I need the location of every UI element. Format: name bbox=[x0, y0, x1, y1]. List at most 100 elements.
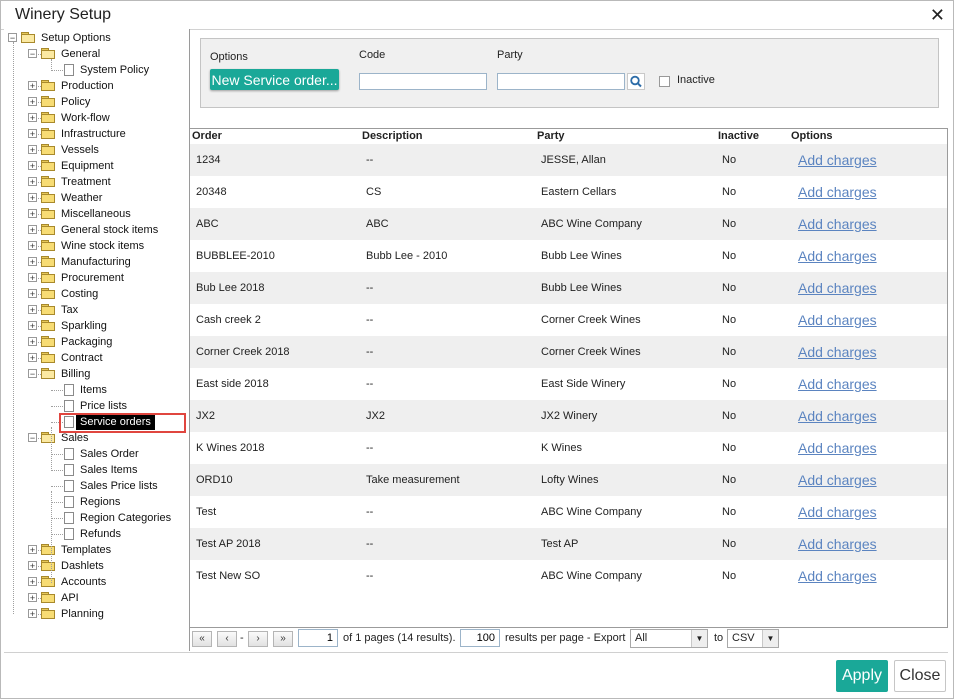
page-number-input[interactable] bbox=[298, 629, 338, 647]
last-page-button[interactable]: » bbox=[273, 631, 293, 647]
expand-icon[interactable]: + bbox=[28, 225, 37, 235]
tree-folder[interactable]: + Miscellaneous bbox=[4, 206, 189, 222]
tree-folder[interactable]: + Contract bbox=[4, 350, 189, 366]
tree-folder[interactable]: + Production bbox=[4, 78, 189, 94]
table-row[interactable]: ABC ABC ABC Wine Company No Add charges bbox=[190, 208, 948, 240]
expand-icon[interactable]: + bbox=[28, 273, 37, 283]
add-charges-link[interactable]: Add charges bbox=[798, 272, 877, 304]
collapse-icon[interactable]: − bbox=[28, 49, 37, 59]
table-row[interactable]: Bub Lee 2018 -- Bubb Lee Wines No Add charge… bbox=[190, 272, 948, 304]
table-row[interactable]: East side 2018 -- East Side Winery No Add ch… bbox=[190, 368, 948, 400]
tree-folder[interactable]: + Dashlets bbox=[4, 558, 189, 574]
expand-icon[interactable]: + bbox=[28, 145, 37, 155]
expand-icon[interactable]: + bbox=[28, 337, 37, 347]
table-row[interactable]: JX2 JX2 JX2 Winery No Add charges bbox=[190, 400, 948, 432]
table-row[interactable]: Test New SO -- ABC Wine Company No Add charg… bbox=[190, 560, 948, 592]
expand-icon[interactable]: + bbox=[28, 161, 37, 171]
tree-folder[interactable]: + Weather bbox=[4, 190, 189, 206]
add-charges-link[interactable]: Add charges bbox=[798, 208, 877, 240]
new-service-order-button[interactable]: New Service order... bbox=[210, 69, 339, 90]
expand-icon[interactable]: + bbox=[28, 577, 37, 587]
add-charges-link[interactable]: Add charges bbox=[798, 176, 877, 208]
expand-icon[interactable]: + bbox=[28, 209, 37, 219]
table-row[interactable]: Corner Creek 2018 -- Corner Creek Wines No A… bbox=[190, 336, 948, 368]
tree-item[interactable]: Sales Order bbox=[4, 446, 189, 462]
tree-folder[interactable]: + Tax bbox=[4, 302, 189, 318]
col-order[interactable]: Order bbox=[192, 130, 222, 142]
prev-page-button[interactable]: ‹ bbox=[217, 631, 237, 647]
tree-item[interactable]: Region Categories bbox=[4, 510, 189, 526]
collapse-icon[interactable]: − bbox=[28, 433, 37, 443]
tree-folder[interactable]: + Equipment bbox=[4, 158, 189, 174]
add-charges-link[interactable]: Add charges bbox=[798, 400, 877, 432]
expand-icon[interactable]: + bbox=[28, 177, 37, 187]
add-charges-link[interactable]: Add charges bbox=[798, 432, 877, 464]
expand-icon[interactable]: + bbox=[28, 305, 37, 315]
expand-icon[interactable]: + bbox=[28, 353, 37, 363]
add-charges-link[interactable]: Add charges bbox=[798, 144, 877, 176]
add-charges-link[interactable]: Add charges bbox=[798, 528, 877, 560]
expand-icon[interactable]: + bbox=[28, 257, 37, 267]
collapse-icon[interactable]: − bbox=[28, 369, 37, 379]
expand-icon[interactable]: + bbox=[28, 593, 37, 603]
party-input[interactable] bbox=[497, 73, 625, 90]
add-charges-link[interactable]: Add charges bbox=[798, 240, 877, 272]
table-row[interactable]: Test AP 2018 -- Test AP No Add charges bbox=[190, 528, 948, 560]
tree-item[interactable]: Items bbox=[4, 382, 189, 398]
expand-icon[interactable]: + bbox=[28, 545, 37, 555]
col-inactive[interactable]: Inactive bbox=[718, 130, 759, 142]
expand-icon[interactable]: + bbox=[28, 321, 37, 331]
tree-folder[interactable]: + Policy bbox=[4, 94, 189, 110]
tree-item[interactable]: Sales Items bbox=[4, 462, 189, 478]
expand-icon[interactable]: + bbox=[28, 113, 37, 123]
tree-item[interactable]: Sales Price lists bbox=[4, 478, 189, 494]
table-row[interactable]: 1234 -- JESSE, Allan No Add charges bbox=[190, 144, 948, 176]
tree-folder[interactable]: + Templates bbox=[4, 542, 189, 558]
expand-icon[interactable]: + bbox=[28, 561, 37, 571]
export-range-select[interactable]: All ▼ bbox=[630, 629, 708, 648]
party-search-button[interactable] bbox=[627, 73, 645, 90]
tree-item[interactable]: Price lists bbox=[4, 398, 189, 414]
tree-folder[interactable]: + Work-flow bbox=[4, 110, 189, 126]
tree-folder[interactable]: + General stock items bbox=[4, 222, 189, 238]
col-description[interactable]: Description bbox=[362, 130, 423, 142]
tree-folder[interactable]: + Treatment bbox=[4, 174, 189, 190]
tree-folder[interactable]: + Costing bbox=[4, 286, 189, 302]
first-page-button[interactable]: « bbox=[192, 631, 212, 647]
tree-folder[interactable]: + Infrastructure bbox=[4, 126, 189, 142]
tree-folder[interactable]: + Wine stock items bbox=[4, 238, 189, 254]
close-button[interactable]: Close bbox=[894, 660, 946, 692]
add-charges-link[interactable]: Add charges bbox=[798, 304, 877, 336]
tree-folder[interactable]: + Vessels bbox=[4, 142, 189, 158]
tree-folder[interactable]: + Accounts bbox=[4, 574, 189, 590]
code-input[interactable] bbox=[359, 73, 487, 90]
add-charges-link[interactable]: Add charges bbox=[798, 560, 877, 592]
table-row[interactable]: 20348 CS Eastern Cellars No Add charges bbox=[190, 176, 948, 208]
per-page-input[interactable] bbox=[460, 629, 500, 647]
table-row[interactable]: K Wines 2018 -- K Wines No Add charges bbox=[190, 432, 948, 464]
inactive-checkbox[interactable] bbox=[659, 76, 670, 87]
close-icon[interactable]: ✕ bbox=[930, 4, 945, 26]
collapse-icon[interactable]: − bbox=[8, 33, 17, 43]
add-charges-link[interactable]: Add charges bbox=[798, 368, 877, 400]
expand-icon[interactable]: + bbox=[28, 129, 37, 139]
tree-item[interactable]: System Policy bbox=[4, 62, 189, 78]
expand-icon[interactable]: + bbox=[28, 609, 37, 619]
tree-root[interactable]: − Setup Options bbox=[4, 30, 189, 46]
table-row[interactable]: Test -- ABC Wine Company No Add charges bbox=[190, 496, 948, 528]
tree-folder-general[interactable]: − General bbox=[4, 46, 189, 62]
add-charges-link[interactable]: Add charges bbox=[798, 464, 877, 496]
add-charges-link[interactable]: Add charges bbox=[798, 336, 877, 368]
add-charges-link[interactable]: Add charges bbox=[798, 496, 877, 528]
table-row[interactable]: ORD10 Take measurement Lofty Wines No Add ch… bbox=[190, 464, 948, 496]
tree-folder[interactable]: + Manufacturing bbox=[4, 254, 189, 270]
expand-icon[interactable]: + bbox=[28, 97, 37, 107]
table-row[interactable]: BUBBLEE-2010 Bubb Lee - 2010 Bubb Lee Wine… bbox=[190, 240, 948, 272]
tree-folder[interactable]: + Procurement bbox=[4, 270, 189, 286]
expand-icon[interactable]: + bbox=[28, 241, 37, 251]
expand-icon[interactable]: + bbox=[28, 81, 37, 91]
tree-item[interactable]: Regions bbox=[4, 494, 189, 510]
tree-folder[interactable]: + Packaging bbox=[4, 334, 189, 350]
table-row[interactable]: Cash creek 2 -- Corner Creek Wines No Add ch… bbox=[190, 304, 948, 336]
tree-folder[interactable]: + Sparkling bbox=[4, 318, 189, 334]
